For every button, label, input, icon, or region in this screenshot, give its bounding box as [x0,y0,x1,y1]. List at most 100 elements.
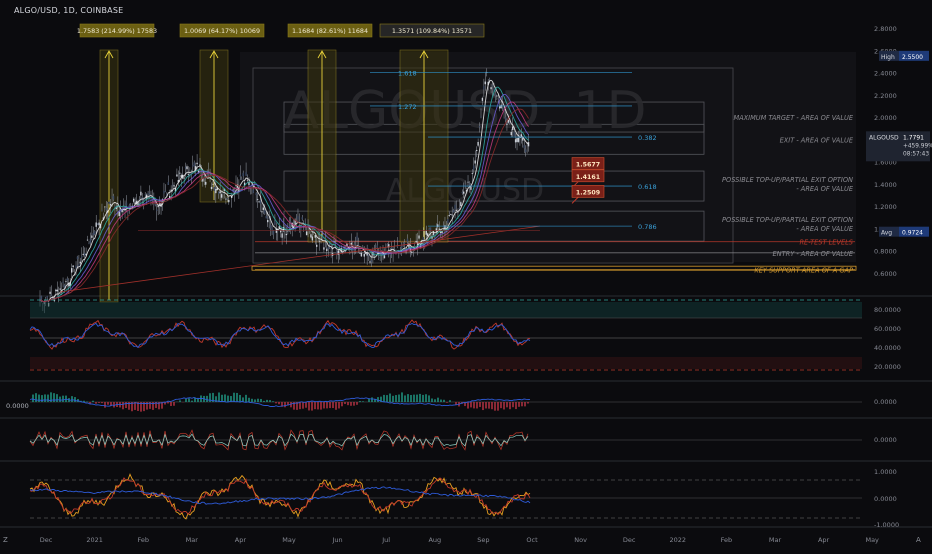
macd-bar [335,402,337,410]
macd-bar [122,402,124,409]
candle-body [192,165,193,166]
stoch-tick: 1.0000 [874,468,897,476]
target-labels: 1.56771.41611.2509 [572,158,604,204]
macd-bar [491,402,493,409]
macd-bar [470,402,472,407]
chart-svg[interactable]: MAXIMUM TARGET - AREA OF VALUEEXIT - ARE… [0,0,932,550]
macd-bar [497,402,499,411]
candle-body [168,182,169,185]
candle-body [450,214,451,215]
candle-body [378,257,379,258]
measure-label: 1.3571 (109.84%) 13571 [392,27,472,35]
candle-body [511,132,512,135]
macd-bar [425,394,427,402]
candle-body [243,173,244,176]
macd-bar [272,401,274,402]
macd-bar [53,393,55,402]
macd-bar [275,402,277,403]
candle-body [449,215,450,216]
macd-bar [320,402,322,410]
x-tick-label: Apr [235,536,247,544]
macd-bar [92,401,94,402]
candle-body [476,150,477,151]
candle-body [205,182,206,185]
rsi-tick: 40.0000 [874,344,901,352]
candle-body [110,204,111,206]
macd-bar [245,395,247,402]
candle-body [500,105,501,108]
macd-bar [38,395,40,402]
fib-label: 0.382 [638,134,657,142]
macd-bar [323,402,325,408]
macd-bar [185,399,187,402]
macd-bar [527,402,529,403]
candle-body [316,245,317,247]
candle-body [310,234,311,237]
zone-label: POSSIBLE TOP-UP/PARTIAL EXIT OPTION [722,176,853,184]
candle-body [356,236,357,240]
candle-body [91,236,92,238]
auto-scale-button[interactable]: A [916,536,921,544]
candle-body [489,79,490,80]
zone-label: POSSIBLE TOP-UP/PARTIAL EXIT OPTION [722,216,853,224]
candle-body [317,241,318,242]
candle-body [65,281,66,282]
badge-tag-label: Avg [881,230,892,237]
macd-bar [263,401,265,402]
candle-body [183,178,184,179]
candle-body [508,120,509,123]
macd-bar [422,395,424,402]
macd-bar [98,402,100,403]
candle-body [361,253,362,256]
candle-body [297,216,298,219]
macd-bar [410,395,412,402]
macd-bar [389,394,391,402]
badge-tag-label: High [881,54,895,61]
macd-bar [338,402,340,408]
candle-body [260,200,261,204]
candle-body [156,210,157,211]
macd-bar [179,400,181,402]
macd-bar [74,397,76,402]
candle-body [427,233,428,236]
candle-body [253,190,254,193]
candle-body [222,193,223,194]
macd-bar [383,395,385,402]
candle-body [51,295,52,296]
candle-body [492,85,493,86]
macd-bar [329,402,331,408]
rsi-tick: 80.0000 [874,306,901,314]
osc-tick: 0.0000 [874,436,897,444]
candle-body [390,254,391,255]
candle-body [176,174,177,176]
candle-body [165,191,166,192]
candle-body [274,221,275,225]
candle-body [358,245,359,246]
measure-label: 1.1684 (82.61%) 11684 [292,27,368,35]
macd-bar [524,402,526,406]
y-tick-label: 2.0000 [874,114,897,122]
candle-body [280,230,281,232]
candle-body [306,231,307,235]
macd-bar [101,402,103,403]
candle-body [369,261,370,262]
fib-label: 1.618 [398,70,417,78]
zoom-button[interactable]: Z [3,536,8,544]
target-value: 1.5677 [576,162,600,169]
candle-body [426,231,427,235]
macd-bar [44,394,46,402]
candle-body [447,219,448,223]
chart-stage[interactable]: MAXIMUM TARGET - AREA OF VALUEEXIT - ARE… [0,0,932,550]
candle-body [359,253,360,254]
macd-bar [386,395,388,402]
symbol-title: ALGO/USD, 1D, COINBASE [14,6,123,15]
x-tick-label: Mar [186,536,199,544]
macd-bar [317,402,319,409]
candle-body [512,127,513,130]
x-tick-label: 2021 [86,536,103,544]
candle-body [454,205,455,209]
candle-body [104,207,105,208]
candle-body [463,192,464,194]
candle-body [261,211,262,212]
macd-bar [191,401,193,402]
